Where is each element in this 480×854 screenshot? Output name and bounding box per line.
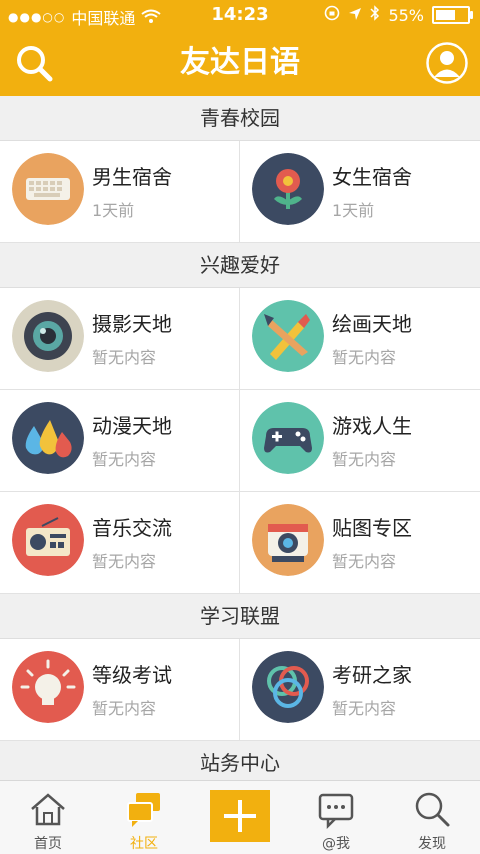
board-name: 女生宿舍: [332, 165, 412, 189]
board-name: 动漫天地: [92, 414, 172, 438]
paint-brush-icon: [252, 300, 324, 372]
board-name: 绘画天地: [332, 312, 412, 336]
board-anime[interactable]: 动漫天地 暂无内容: [0, 390, 240, 492]
community-icon: [127, 793, 160, 827]
board-name: 男生宿舍: [92, 165, 172, 189]
plus-icon: [224, 800, 256, 832]
board-painting[interactable]: 绘画天地 暂无内容: [240, 288, 480, 390]
board-meta: 暂无内容: [92, 450, 157, 469]
lightbulb-icon: [12, 651, 84, 723]
avatar-icon: [426, 42, 468, 84]
section-header: 学习联盟: [0, 594, 480, 639]
board-name: 游戏人生: [332, 414, 412, 438]
board-games[interactable]: 游戏人生 暂无内容: [240, 390, 480, 492]
tab-label: 发现: [418, 836, 446, 852]
board-name: 考研之家: [332, 663, 412, 687]
board-name: 贴图专区: [332, 516, 412, 540]
tab-label: @我: [322, 836, 350, 852]
add-post-button[interactable]: [210, 790, 270, 842]
board-girls-dorm[interactable]: 女生宿舍 1天前: [240, 141, 480, 243]
gamepad-icon: [252, 402, 324, 474]
ink-drops-icon: [12, 402, 84, 474]
section-header: 兴趣爱好: [0, 243, 480, 288]
mention-chat-icon: [318, 793, 354, 829]
tab-discover[interactable]: 发现: [384, 781, 480, 854]
keyboard-icon: [12, 153, 84, 225]
board-level-exam[interactable]: 等级考试 暂无内容: [0, 639, 240, 741]
flower-icon: [252, 153, 324, 225]
board-name: 音乐交流: [92, 516, 172, 540]
board-name: 摄影天地: [92, 312, 172, 336]
instant-camera-icon: [252, 504, 324, 576]
tab-label: 社区: [130, 836, 158, 852]
board-meta: 1天前: [332, 201, 375, 220]
camera-lens-icon: [12, 300, 84, 372]
status-bar: ●●●○○ 中国联通 14:23 55%: [0, 0, 480, 30]
board-name: 等级考试: [92, 663, 172, 687]
forum-list: 青春校园 男生宿舍 1天前 女生宿舍 1天前 兴趣爱好 摄影天地 暂无内容 绘画…: [0, 96, 480, 780]
rings-icon: [252, 651, 324, 723]
section-header: 站务中心: [0, 741, 480, 780]
rotation-lock-icon: [324, 5, 340, 25]
battery-icon: [432, 6, 473, 24]
board-photography[interactable]: 摄影天地 暂无内容: [0, 288, 240, 390]
nav-bar: 友达日语: [0, 30, 480, 96]
board-boys-dorm[interactable]: 男生宿舍 1天前: [0, 141, 240, 243]
page-title: 友达日语: [180, 45, 300, 80]
board-meta: 暂无内容: [92, 699, 157, 718]
board-stickers[interactable]: 贴图专区 暂无内容: [240, 492, 480, 594]
profile-button[interactable]: [426, 42, 468, 84]
tab-community[interactable]: 社区: [96, 781, 192, 854]
bluetooth-icon: [370, 5, 380, 25]
board-meta: 暂无内容: [332, 450, 397, 469]
board-meta: 1天前: [92, 201, 135, 220]
board-meta: 暂无内容: [92, 348, 157, 367]
board-meta: 暂无内容: [92, 552, 157, 571]
board-meta: 暂无内容: [332, 348, 397, 367]
home-icon: [31, 793, 65, 826]
location-icon: [348, 6, 362, 25]
board-meta: 暂无内容: [332, 552, 397, 571]
board-music[interactable]: 音乐交流 暂无内容: [0, 492, 240, 594]
battery-percent: 55%: [388, 5, 424, 25]
board-meta: 暂无内容: [332, 699, 397, 718]
radio-icon: [12, 504, 84, 576]
board-grad-exam[interactable]: 考研之家 暂无内容: [240, 639, 480, 741]
tab-mentions[interactable]: @我: [288, 781, 384, 854]
tab-label: 首页: [34, 836, 62, 852]
tab-home[interactable]: 首页: [0, 781, 96, 854]
discover-search-icon: [415, 792, 450, 827]
section-header: 青春校园: [0, 96, 480, 141]
